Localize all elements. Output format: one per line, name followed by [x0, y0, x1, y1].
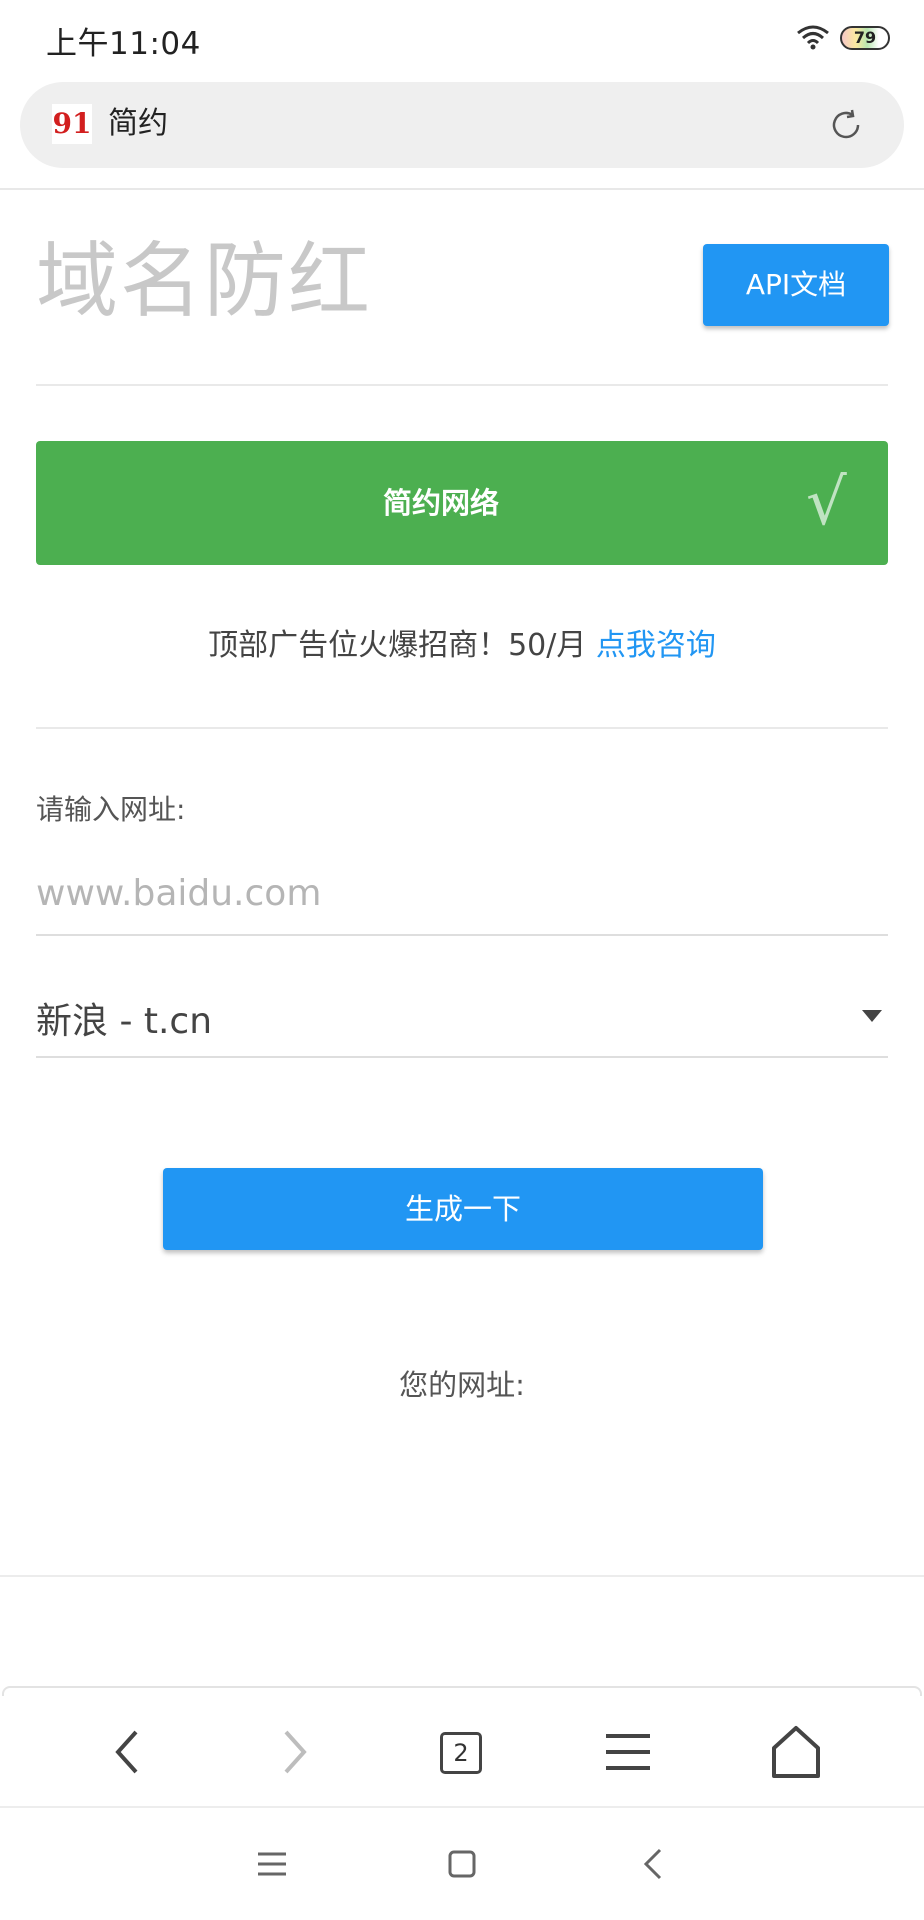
battery-indicator: 79	[840, 26, 890, 50]
menu-icon[interactable]	[596, 1720, 660, 1784]
wifi-icon	[797, 25, 829, 50]
system-back-icon[interactable]	[634, 1844, 674, 1884]
sheet-edge	[2, 1686, 922, 1696]
check-icon: √	[806, 466, 847, 540]
divider	[0, 1575, 924, 1577]
url-label: 请输入网址:	[36, 793, 186, 826]
back-icon[interactable]	[96, 1720, 160, 1784]
forward-icon[interactable]	[262, 1720, 326, 1784]
url-input[interactable]	[36, 852, 888, 936]
generate-button[interactable]: 生成一下	[163, 1168, 763, 1250]
ad-line: 顶部广告位火爆招商！50/月 点我咨询	[0, 620, 924, 664]
consult-link[interactable]: 点我咨询	[596, 628, 716, 663]
result-label: 您的网址:	[399, 1368, 525, 1402]
home-icon[interactable]	[764, 1720, 828, 1784]
network-banner[interactable]: 简约网络 √	[36, 441, 888, 565]
home-square-icon[interactable]	[442, 1844, 482, 1884]
divider	[36, 727, 888, 729]
api-docs-button[interactable]: API文档	[703, 244, 889, 326]
service-select[interactable]: 新浪 - t.cn	[36, 972, 888, 1058]
hero-title: 域名防红	[36, 234, 373, 329]
recent-apps-icon[interactable]	[252, 1844, 292, 1884]
chevron-down-icon	[862, 1010, 882, 1022]
tabs-button[interactable]: 2	[440, 1732, 482, 1774]
refresh-icon[interactable]	[828, 107, 864, 143]
header-divider	[0, 188, 924, 190]
status-time: 上午11:04	[46, 26, 201, 62]
service-selected-value: 新浪 - t.cn	[36, 1001, 213, 1042]
page-title[interactable]: 简约	[108, 104, 168, 144]
system-nav-bar	[0, 1808, 924, 1920]
banner-label: 简约网络	[382, 486, 499, 520]
ad-text: 顶部广告位火爆招商！50/月	[208, 628, 596, 663]
site-logo: 91	[52, 104, 92, 144]
status-bar: 上午11:04 79	[0, 0, 924, 78]
divider	[36, 384, 888, 386]
address-bar[interactable]: 91 简约	[20, 82, 904, 168]
